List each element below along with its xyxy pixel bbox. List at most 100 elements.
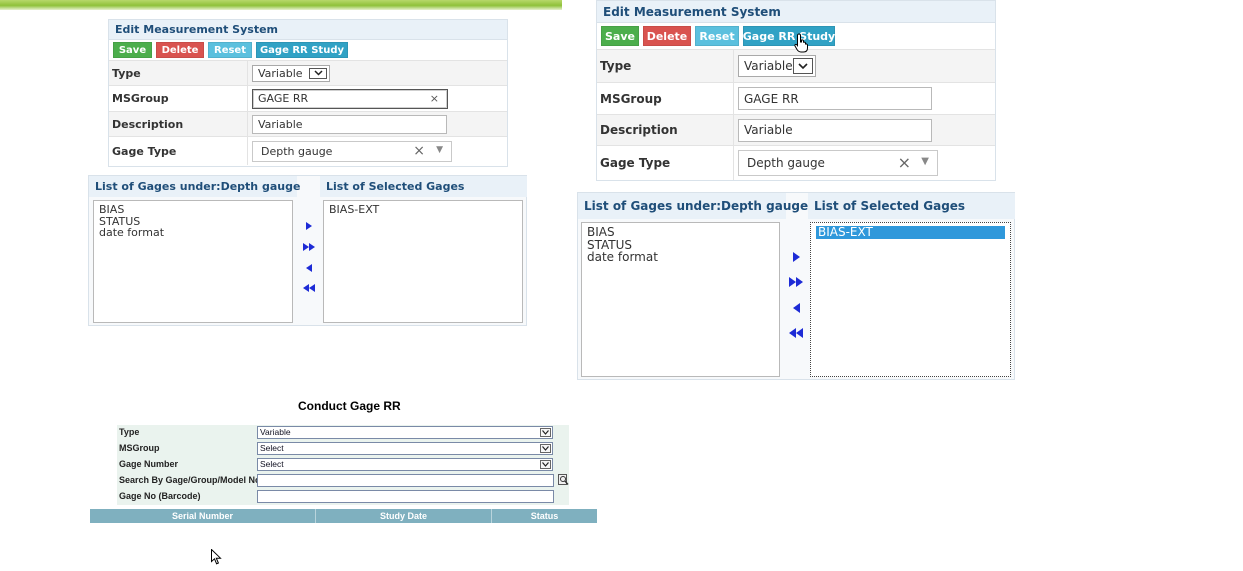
move-right-icon[interactable] [791,251,801,263]
gage-type-select[interactable]: Depth gauge × ▼ [738,150,938,176]
search-icon[interactable] [558,474,569,486]
msgroup-label: MSGroup [109,86,248,111]
hand-cursor-icon [794,33,808,53]
conduct-gage-rr-title: Conduct Gage RR [298,399,401,413]
study-table-header: Serial Number Study Date Status [90,509,597,523]
msgroup-value: GAGE RR [744,91,799,106]
description-value: Variable [258,117,303,131]
type-label: Type [109,61,248,85]
list-item[interactable]: BIAS [99,204,287,216]
selected-gages-list[interactable]: BIAS-EXT [810,222,1011,377]
available-gages-header: List of Gages under:Depth gauge [578,193,808,219]
available-gages-header: List of Gages under:Depth gauge [89,176,300,197]
conduct-search-row: Search By Gage/Group/Model No [117,473,569,489]
type-select[interactable]: Variable [252,64,330,82]
msgroup-row: MSGroup GAGE RR × [109,86,507,112]
save-button[interactable]: Save [601,26,639,46]
available-gages-list[interactable]: BIAS STATUS date format [581,222,780,377]
description-value: Variable [744,123,793,137]
panel-title: Edit Measurement System [109,20,507,40]
gage-lists-large: List of Gages under:Depth gauge List of … [577,192,1015,380]
list-item[interactable]: date format [587,251,774,264]
clear-icon[interactable]: × [413,143,425,159]
type-row: Type Variable [109,61,507,86]
chevron-down-icon[interactable]: ▼ [921,156,929,167]
conduct-gage-number-value: Select [260,459,284,469]
conduct-type-label: Type [119,427,140,437]
move-all-right-icon[interactable] [302,242,316,252]
delete-button[interactable]: Delete [156,42,204,58]
conduct-barcode-row: Gage No (Barcode) [117,489,569,505]
conduct-barcode-label: Gage No (Barcode) [119,491,201,501]
arrow-cursor-icon [211,549,222,565]
gage-type-select[interactable]: Depth gauge × ▼ [252,140,452,162]
chevron-down-icon[interactable]: ▼ [436,145,443,155]
available-gages-list[interactable]: BIAS STATUS date format [93,200,293,323]
list-item[interactable]: BIAS-EXT [816,226,1005,239]
description-row: Description Variable [109,112,507,137]
edit-measurement-panel-large: Edit Measurement System Save Delete Rese… [596,0,996,181]
column-status[interactable]: Status [492,509,597,523]
delete-button[interactable]: Delete [643,26,691,46]
move-buttons [785,222,807,377]
save-button[interactable]: Save [113,42,152,58]
description-label: Description [597,115,734,145]
msgroup-input[interactable]: GAGE RR [738,87,932,110]
msgroup-value: GAGE RR [258,92,309,105]
list-item[interactable]: BIAS [587,226,774,239]
clear-icon[interactable]: × [430,92,439,105]
selected-gages-list[interactable]: BIAS-EXT [323,200,523,323]
conduct-search-input[interactable] [257,474,554,487]
move-left-icon[interactable] [791,302,801,314]
reset-button[interactable]: Reset [208,42,252,58]
conduct-barcode-input[interactable] [257,490,554,503]
conduct-msgroup-value: Select [260,443,284,453]
selected-gages-header: List of Selected Gages [808,193,1015,219]
conduct-gage-number-label: Gage Number [119,459,179,469]
edit-measurement-panel-small: Edit Measurement System Save Delete Rese… [108,19,508,167]
conduct-msgroup-row: MSGroup Select [117,441,569,457]
description-row: Description Variable [597,115,995,146]
gage-rr-study-button[interactable]: Gage RR Study [256,42,348,58]
move-all-left-icon[interactable] [302,283,316,293]
conduct-msgroup-select[interactable]: Select [257,442,553,455]
conduct-type-row: Type Variable [117,425,569,441]
move-left-icon[interactable] [304,263,314,273]
gage-type-value: Depth gauge [261,144,333,158]
msgroup-row: MSGroup GAGE RR [597,83,995,115]
list-item[interactable]: BIAS-EXT [329,204,517,216]
column-study-date[interactable]: Study Date [316,509,492,523]
gage-type-label: Gage Type [597,146,734,180]
column-serial-number[interactable]: Serial Number [90,509,316,523]
msgroup-label: MSGroup [597,83,734,114]
type-select-value: Variable [744,59,793,73]
description-input[interactable]: Variable [252,114,447,134]
clear-icon[interactable]: × [898,153,911,172]
conduct-msgroup-label: MSGroup [119,443,160,453]
type-row: Type Variable [597,50,995,83]
chevron-down-icon [540,428,551,437]
type-select[interactable]: Variable [738,55,816,77]
gage-type-row: Gage Type Depth gauge × ▼ [109,137,507,165]
conduct-type-value: Variable [260,427,291,437]
conduct-gage-number-row: Gage Number Select [117,457,569,473]
gage-type-label: Gage Type [109,137,248,165]
move-all-left-icon[interactable] [789,327,803,339]
panel-title: Edit Measurement System [597,1,995,23]
list-item[interactable]: date format [99,227,287,239]
conduct-type-select[interactable]: Variable [257,426,553,439]
chevron-down-icon [793,58,813,74]
description-input[interactable]: Variable [738,118,932,142]
type-label: Type [597,50,734,82]
msgroup-input[interactable]: GAGE RR × [252,88,448,109]
move-right-icon[interactable] [304,221,314,231]
reset-button[interactable]: Reset [695,26,739,46]
gage-type-value: Depth gauge [747,156,825,170]
gage-type-row: Gage Type Depth gauge × ▼ [597,146,995,180]
conduct-gage-number-select[interactable]: Select [257,458,553,471]
move-all-right-icon[interactable] [789,276,803,288]
conduct-search-label: Search By Gage/Group/Model No [119,475,261,485]
chevron-down-icon [540,444,551,453]
move-buttons [298,200,320,323]
gage-rr-study-button[interactable]: Gage RR Study [743,26,835,46]
